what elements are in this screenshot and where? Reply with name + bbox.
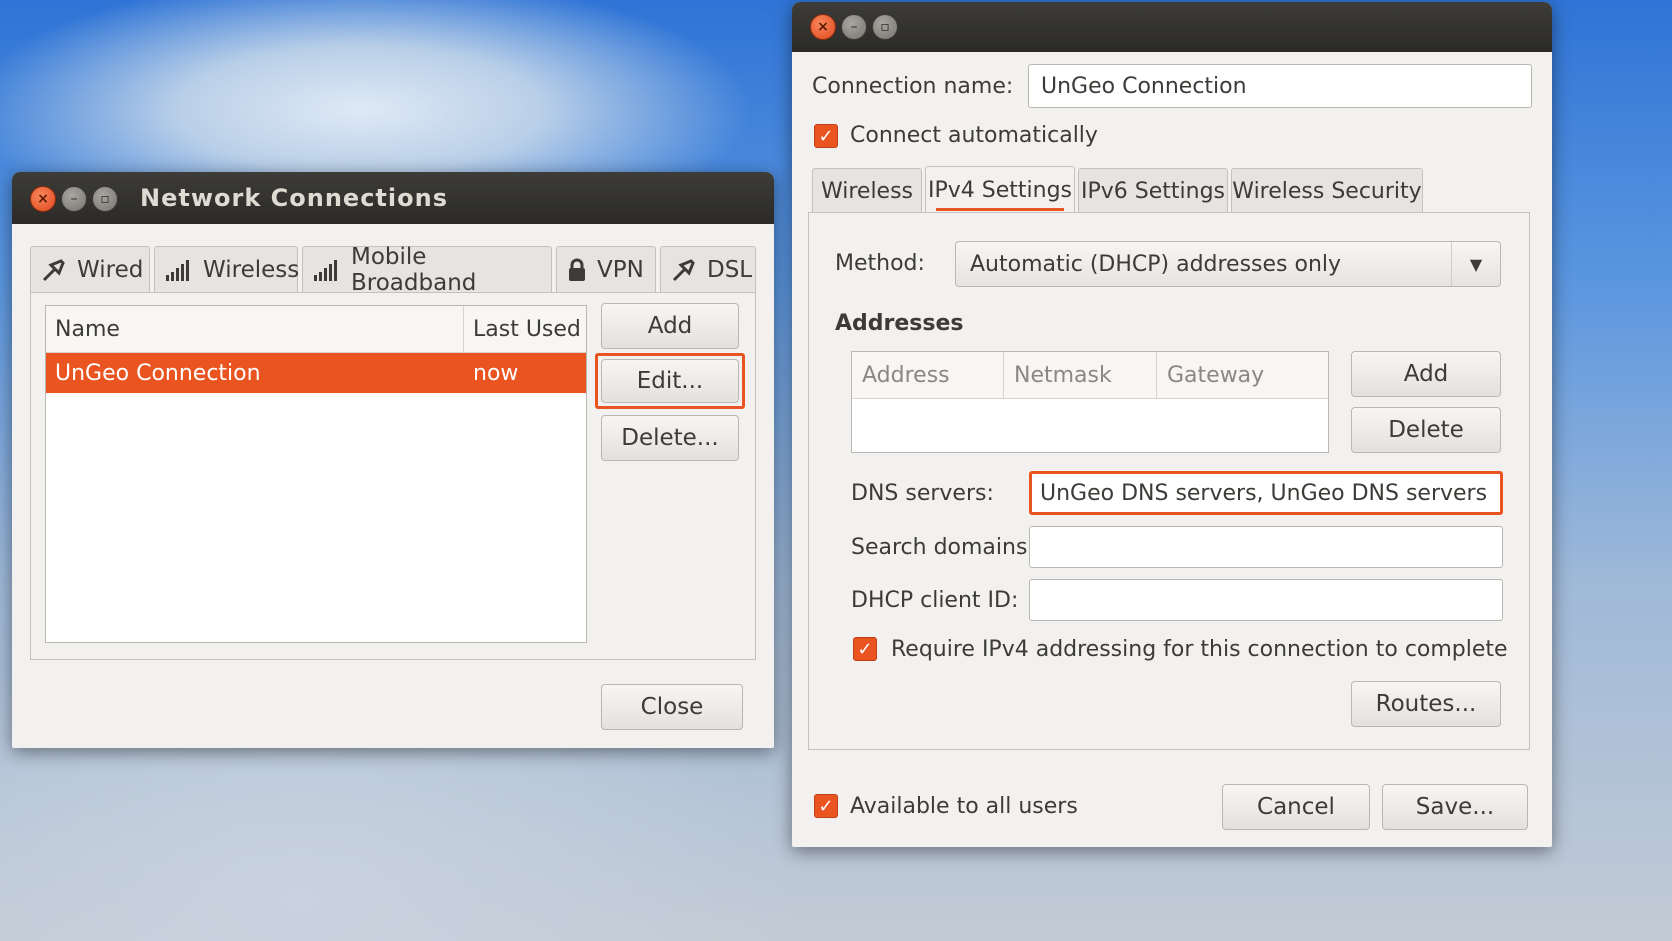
tab-label: DSL	[707, 256, 753, 283]
delete-address-button[interactable]: Delete	[1351, 407, 1501, 453]
method-select[interactable]: Automatic (DHCP) addresses only ▼	[955, 241, 1501, 287]
connection-type-tabs: Wired Wireless Mobile Broadband VPN DSL	[30, 244, 760, 296]
dhcp-client-id-label: DHCP client ID:	[851, 588, 1019, 613]
chevron-down-icon[interactable]: ▼	[1451, 242, 1500, 286]
method-label: Method:	[835, 251, 925, 276]
method-select-value: Automatic (DHCP) addresses only	[970, 251, 1342, 277]
connect-automatically-checkbox[interactable]: ✓	[814, 124, 838, 148]
require-ipv4-checkbox[interactable]: ✓	[853, 637, 877, 661]
column-address[interactable]: Address	[852, 352, 1004, 398]
tab-wireless[interactable]: Wireless	[154, 246, 300, 292]
connections-list[interactable]: Name Last Used UnGeo Connection now	[45, 305, 587, 643]
add-address-button[interactable]: Add	[1351, 351, 1501, 397]
column-last-used[interactable]: Last Used	[464, 306, 586, 352]
minimize-window-icon[interactable]: –	[841, 14, 867, 40]
edit-connection-button[interactable]: Edit...	[601, 359, 739, 403]
list-item[interactable]: UnGeo Connection now	[46, 353, 586, 393]
network-connections-titlebar[interactable]: × – ▫ Network Connections	[12, 172, 774, 224]
signal-icon	[165, 258, 193, 282]
available-all-users-checkbox[interactable]: ✓	[814, 794, 838, 818]
connection-last-used-cell: now	[473, 360, 519, 386]
addresses-table[interactable]: Address Netmask Gateway	[851, 351, 1329, 453]
search-domains-label: Search domains:	[851, 535, 1035, 560]
maximize-window-icon[interactable]: ▫	[92, 186, 118, 212]
column-name[interactable]: Name	[46, 306, 464, 352]
tab-wired[interactable]: Wired	[30, 246, 150, 292]
cancel-button[interactable]: Cancel	[1222, 784, 1370, 830]
tab-label: Wired	[77, 256, 144, 283]
signal-icon	[313, 258, 341, 282]
save-button[interactable]: Save...	[1382, 784, 1528, 830]
tab-label: Wireless	[203, 256, 300, 283]
tab-ipv6-settings[interactable]: IPv6 Settings	[1078, 168, 1228, 214]
dns-servers-label: DNS servers:	[851, 481, 994, 506]
editor-titlebar[interactable]: × – ▫	[792, 2, 1552, 52]
close-window-icon[interactable]: ×	[30, 186, 56, 212]
search-domains-input[interactable]	[1029, 526, 1503, 568]
close-window-icon[interactable]: ×	[810, 14, 836, 40]
tab-label: IPv4 Settings	[928, 178, 1072, 203]
plug-icon	[671, 257, 697, 283]
dns-servers-input[interactable]: UnGeo DNS servers, UnGeo DNS servers	[1029, 471, 1503, 515]
tab-content-panel: Name Last Used UnGeo Connection now Add …	[30, 292, 756, 660]
connection-name-input[interactable]: UnGeo Connection	[1028, 64, 1532, 108]
lock-icon	[567, 258, 587, 282]
tab-dsl[interactable]: DSL	[660, 246, 756, 292]
connection-name-label: Connection name:	[812, 74, 1014, 99]
plug-icon	[41, 257, 67, 283]
tab-wireless[interactable]: Wireless	[812, 168, 922, 214]
connection-editor-window: × – ▫ Connection name: UnGeo Connection …	[792, 2, 1552, 847]
window-title: Network Connections	[140, 184, 448, 212]
connect-automatically-label[interactable]: Connect automatically	[850, 123, 1098, 148]
tab-wireless-security[interactable]: Wireless Security	[1231, 168, 1423, 214]
minimize-window-icon[interactable]: –	[61, 186, 87, 212]
tab-ipv4-settings[interactable]: IPv4 Settings	[925, 166, 1075, 214]
network-connections-window: × – ▫ Network Connections Wired Wireless…	[12, 172, 774, 748]
column-netmask[interactable]: Netmask	[1004, 352, 1157, 398]
addresses-header: Address Netmask Gateway	[852, 352, 1328, 399]
maximize-window-icon[interactable]: ▫	[872, 14, 898, 40]
tab-label: Mobile Broadband	[351, 243, 477, 296]
tab-mobile-broadband[interactable]: Mobile Broadband	[302, 244, 552, 296]
add-connection-button[interactable]: Add	[601, 303, 739, 349]
tab-label: VPN	[597, 256, 644, 283]
require-ipv4-label[interactable]: Require IPv4 addressing for this connect…	[891, 637, 1508, 662]
active-tab-indicator	[936, 208, 1064, 211]
dhcp-client-id-input[interactable]	[1029, 579, 1503, 621]
column-gateway[interactable]: Gateway	[1157, 352, 1328, 398]
delete-connection-button[interactable]: Delete...	[601, 415, 739, 461]
list-header: Name Last Used	[46, 306, 586, 353]
addresses-heading: Addresses	[835, 311, 964, 336]
routes-button[interactable]: Routes...	[1351, 681, 1501, 727]
ipv4-settings-panel: Method: Automatic (DHCP) addresses only …	[808, 212, 1530, 750]
close-button[interactable]: Close	[601, 684, 743, 730]
connection-name-cell: UnGeo Connection	[55, 360, 261, 386]
available-all-users-label[interactable]: Available to all users	[850, 794, 1078, 819]
tab-vpn[interactable]: VPN	[556, 246, 656, 292]
